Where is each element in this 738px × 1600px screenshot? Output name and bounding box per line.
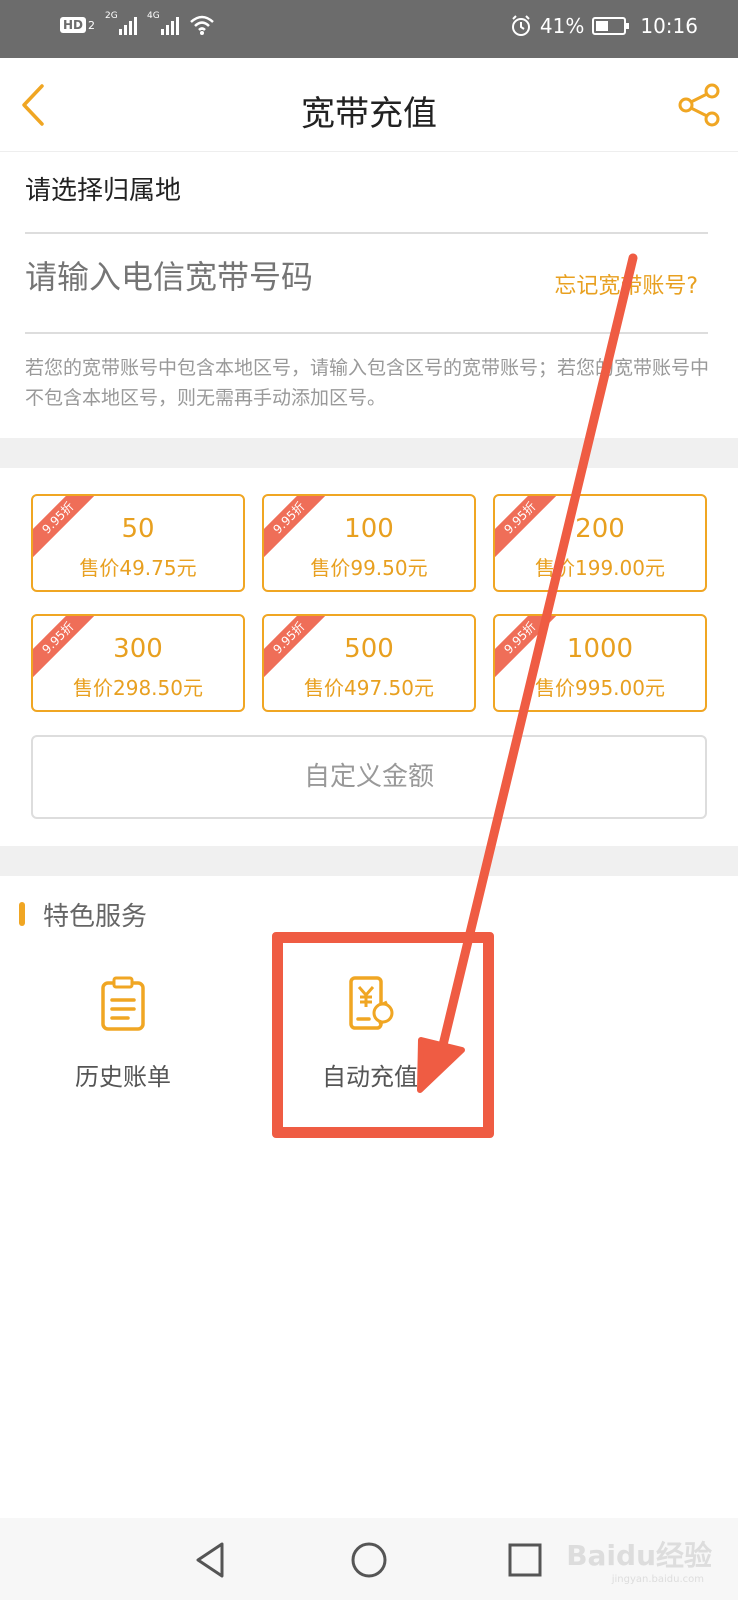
amount-price: 售价99.50元 [310,556,428,580]
forgot-account-link[interactable]: 忘记宽带账号? [554,268,698,300]
amount-option-50[interactable]: 9.95折 50 售价49.75元 [31,494,245,592]
page-title: 宽带充值 [301,94,437,134]
watermark-sub: jingyan.baidu.com [611,1574,704,1585]
broadband-account-input[interactable] [25,258,505,296]
divider [25,232,708,234]
amount-option-100[interactable]: 9.95折 100 售价99.50元 [262,494,476,592]
section-gap [0,438,738,468]
amount-option-1000[interactable]: 9.95折 1000 售价995.00元 [493,614,707,712]
watermark: Baidu经验 [566,1539,712,1572]
amount-value: 50 [121,514,155,544]
history-bill-service[interactable]: 历史账单 [43,975,203,1115]
amount-price: 售价995.00元 [535,676,665,700]
divider [25,332,708,334]
nav-recents-icon[interactable] [503,1538,547,1582]
region-selector[interactable]: 请选择归属地 [25,170,181,207]
amount-value: 200 [575,514,625,544]
hd-badge: HD [60,17,87,33]
net-label-2: 4G [147,11,160,21]
nav-home-icon[interactable] [347,1538,391,1582]
amount-price: 售价298.50元 [73,676,203,700]
amount-value: 500 [344,634,394,664]
status-right: 41% 10:16 [510,14,698,38]
net-label-1: 2G [105,11,118,21]
battery-icon [592,17,630,35]
clock: 10:16 [640,14,698,38]
featured-services-title: 特色服务 [43,902,148,932]
amount-value: 300 [113,634,163,664]
service-label: 历史账单 [75,1063,171,1091]
status-left: HD 2 2G 4G [60,11,215,36]
amount-price: 售价199.00元 [535,556,665,580]
amount-price: 售价49.75元 [79,556,197,580]
section-marker [19,902,25,926]
annotation-highlight-box [272,932,494,1138]
amount-option-500[interactable]: 9.95折 500 售价497.50元 [262,614,476,712]
section-gap [0,846,738,876]
amount-price: 售价497.50元 [304,676,434,700]
account-hint: 若您的宽带账号中包含本地区号，请输入包含区号的宽带账号；若您的宽带账号中不包含本… [25,357,710,409]
amount-value: 100 [344,514,394,544]
signal-icon-2: 4G [147,11,180,35]
app-header: 宽带充值 [0,58,738,152]
amount-value: 1000 [566,634,634,664]
amount-option-300[interactable]: 9.95折 300 售价298.50元 [31,614,245,712]
hd-sub: 2 [88,18,96,32]
wifi-icon [190,15,214,35]
custom-amount-button[interactable]: 自定义金额 [31,735,707,819]
clipboard-icon [101,976,145,1031]
battery-percent: 41% [539,14,585,38]
share-icon[interactable] [676,82,722,128]
amount-option-200[interactable]: 9.95折 200 售价199.00元 [493,494,707,592]
status-bar: HD 2 2G 4G 41% 10:16 [0,0,738,58]
nav-back-icon[interactable] [188,1538,232,1582]
alarm-icon [511,15,530,36]
signal-icon-1: 2G [105,11,138,35]
